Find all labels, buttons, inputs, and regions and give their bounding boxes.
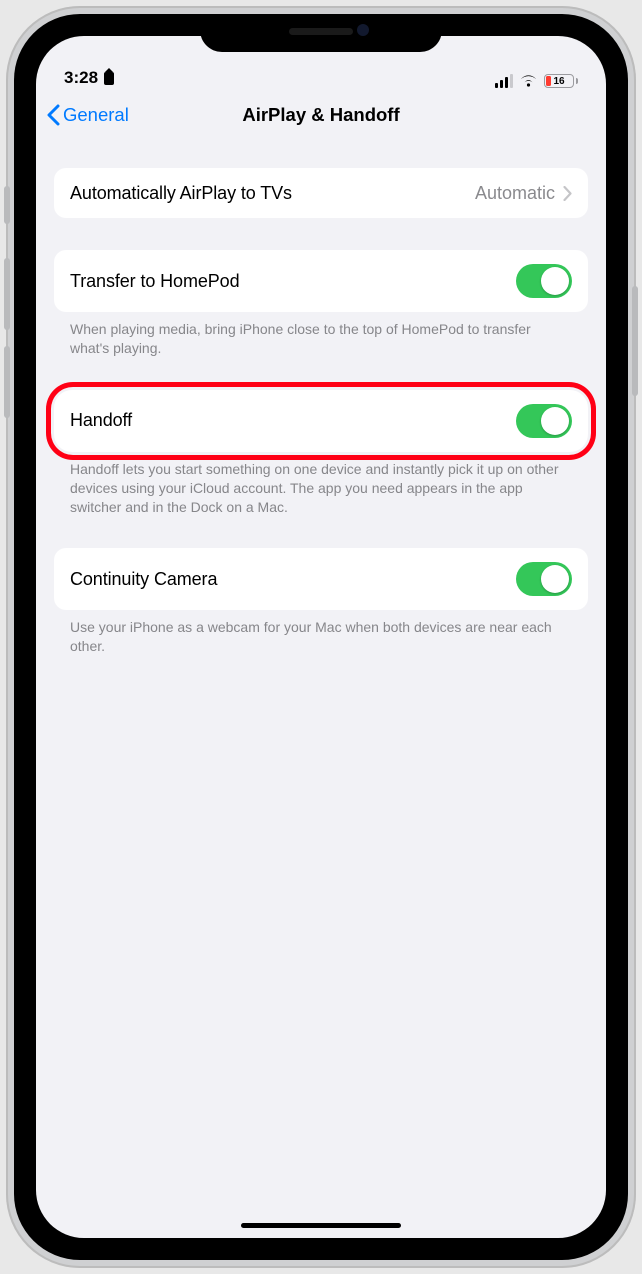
transfer-homepod-toggle[interactable] — [516, 264, 572, 298]
wifi-icon — [519, 74, 538, 88]
device-notch — [200, 14, 442, 52]
page-title: AirPlay & Handoff — [36, 104, 606, 126]
location-indicator-icon — [104, 72, 114, 85]
home-indicator[interactable] — [241, 1223, 401, 1229]
silent-switch — [4, 186, 10, 224]
transfer-homepod-footer: When playing media, bring iPhone close t… — [54, 312, 588, 358]
cell-label: Continuity Camera — [70, 569, 217, 590]
chevron-right-icon — [563, 186, 572, 201]
phone-frame: 3:28 16 General — [6, 6, 636, 1268]
auto-airplay-row[interactable]: Automatically AirPlay to TVs Automatic — [54, 168, 588, 218]
continuity-camera-row: Continuity Camera — [54, 548, 588, 610]
cell-value: Automatic — [475, 183, 555, 204]
handoff-row: Handoff — [54, 390, 588, 452]
handoff-highlight: Handoff — [51, 387, 591, 455]
cell-label: Automatically AirPlay to TVs — [70, 183, 292, 204]
volume-down-button — [4, 346, 10, 418]
transfer-homepod-row: Transfer to HomePod — [54, 250, 588, 312]
navigation-bar: General AirPlay & Handoff — [36, 90, 606, 140]
continuity-camera-footer: Use your iPhone as a webcam for your Mac… — [54, 610, 588, 656]
battery-indicator: 16 — [544, 74, 578, 88]
screen: 3:28 16 General — [36, 36, 606, 1238]
handoff-toggle[interactable] — [516, 404, 572, 438]
continuity-camera-toggle[interactable] — [516, 562, 572, 596]
status-time: 3:28 — [64, 68, 98, 88]
side-button — [632, 286, 638, 396]
cell-label: Transfer to HomePod — [70, 271, 240, 292]
cell-label: Handoff — [70, 410, 132, 431]
volume-up-button — [4, 258, 10, 330]
cellular-signal-icon — [495, 74, 513, 88]
battery-percent: 16 — [545, 76, 573, 87]
handoff-footer: Handoff lets you start something on one … — [54, 452, 588, 517]
